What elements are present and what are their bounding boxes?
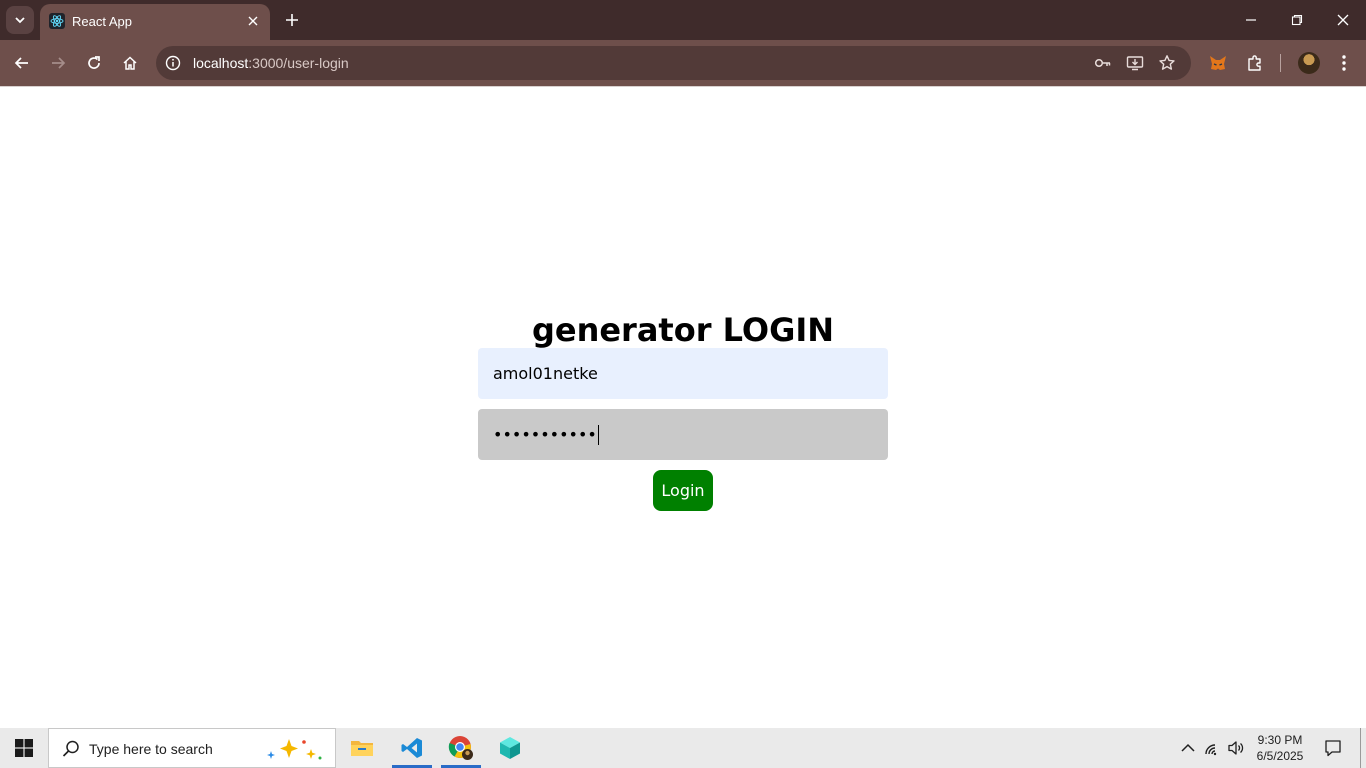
- close-icon: [1337, 14, 1349, 26]
- taskbar: Type here to search 9:30 PM 6/5/2025: [0, 728, 1366, 768]
- arrow-left-icon: [14, 57, 28, 69]
- browser-tab-strip: React App: [0, 0, 1366, 40]
- plus-icon: [286, 14, 298, 26]
- username-value: amol01netke: [493, 364, 598, 383]
- browser-menu-button[interactable]: [1333, 52, 1355, 74]
- tab-search-button[interactable]: [6, 6, 34, 34]
- close-window-button[interactable]: [1320, 0, 1366, 40]
- home-icon: [123, 56, 137, 70]
- sparkle-icon: [267, 739, 322, 760]
- text-caret: [597, 424, 599, 445]
- notification-icon: [1325, 740, 1341, 757]
- speaker-icon: [1228, 741, 1244, 755]
- back-button[interactable]: [8, 49, 36, 77]
- address-bar[interactable]: localhost:3000/user-login: [156, 46, 1191, 80]
- taskbar-vscode[interactable]: [388, 728, 436, 768]
- profile-avatar[interactable]: [1298, 52, 1320, 74]
- reload-icon: [88, 56, 100, 69]
- system-clock[interactable]: 9:30 PM 6/5/2025: [1252, 732, 1308, 764]
- url-path: :3000/user-login: [248, 55, 349, 71]
- notification-center-button[interactable]: [1322, 737, 1344, 759]
- install-icon: [1126, 56, 1144, 71]
- bookmark-button[interactable]: [1157, 53, 1177, 73]
- install-app-button[interactable]: [1125, 53, 1145, 73]
- login-button[interactable]: Login: [653, 470, 713, 511]
- page-title: generator LOGIN: [531, 311, 835, 349]
- show-hidden-icons-button[interactable]: [1178, 738, 1198, 758]
- page-content: generator LOGIN amol01netke ••••••••••• …: [0, 87, 1366, 728]
- start-button[interactable]: [0, 728, 48, 768]
- cube-icon: [500, 737, 520, 759]
- password-key-button[interactable]: [1093, 53, 1113, 73]
- chevron-down-icon: [15, 17, 25, 24]
- volume-button[interactable]: [1226, 738, 1246, 758]
- restore-icon: [1291, 14, 1303, 26]
- search-placeholder: Type here to search: [89, 741, 213, 757]
- tab-close-button[interactable]: [244, 12, 262, 30]
- chrome-icon: [448, 736, 473, 760]
- url-host: localhost: [193, 55, 249, 71]
- taskbar-3d-app[interactable]: [486, 728, 534, 768]
- home-button[interactable]: [116, 49, 144, 77]
- password-input[interactable]: •••••••••••: [478, 409, 888, 460]
- new-tab-button[interactable]: [280, 8, 304, 32]
- metamask-extension-button[interactable]: [1207, 52, 1229, 74]
- vscode-icon: [401, 738, 422, 758]
- network-button[interactable]: [1203, 738, 1223, 758]
- arrow-right-icon: [52, 57, 66, 69]
- password-value: •••••••••••: [493, 425, 597, 444]
- tab-title: React App: [72, 14, 132, 29]
- folder-icon: [351, 741, 373, 756]
- minimize-button[interactable]: [1228, 0, 1274, 40]
- clock-time: 9:30 PM: [1257, 733, 1303, 747]
- fox-icon: [1210, 56, 1226, 70]
- windows-logo-icon: [15, 739, 33, 757]
- show-desktop-button[interactable]: [1360, 728, 1361, 768]
- url-text: localhost:3000/user-login: [193, 55, 349, 71]
- taskbar-file-explorer[interactable]: [338, 728, 386, 768]
- restore-button[interactable]: [1274, 0, 1320, 40]
- info-icon: [165, 55, 181, 71]
- username-input[interactable]: amol01netke: [478, 348, 888, 399]
- forward-button[interactable]: [44, 49, 72, 77]
- star-icon: [1159, 55, 1175, 70]
- extensions-button[interactable]: [1244, 52, 1266, 74]
- tab-react-app[interactable]: React App: [40, 4, 270, 40]
- wifi-icon: [1205, 744, 1217, 756]
- reload-button[interactable]: [80, 49, 108, 77]
- search-icon: [62, 740, 79, 757]
- taskbar-chrome[interactable]: [437, 728, 485, 768]
- site-info-button[interactable]: [164, 54, 182, 72]
- clock-date: 6/5/2025: [1256, 749, 1304, 763]
- toolbar-divider: [1280, 54, 1281, 72]
- minimize-icon: [1246, 19, 1256, 21]
- react-logo-icon: [49, 13, 65, 29]
- key-icon: [1094, 58, 1111, 68]
- chevron-up-icon: [1181, 743, 1195, 752]
- browser-toolbar: localhost:3000/user-login: [0, 40, 1366, 86]
- taskbar-search-box[interactable]: Type here to search: [48, 728, 336, 768]
- puzzle-icon: [1248, 55, 1261, 71]
- more-vert-icon: [1342, 55, 1346, 71]
- close-icon: [248, 16, 258, 26]
